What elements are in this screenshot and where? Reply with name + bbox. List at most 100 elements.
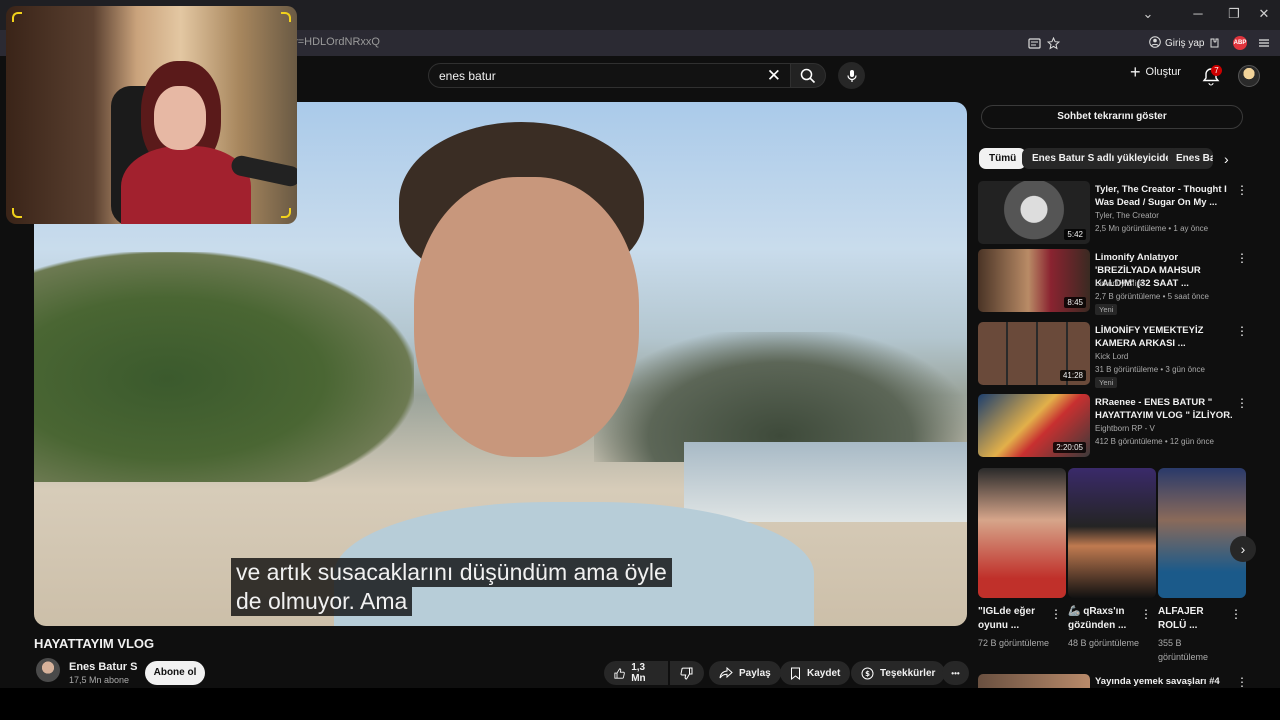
login-button[interactable]: Giriş yap	[1143, 34, 1210, 52]
short-views: 355 B görüntüleme	[1158, 638, 1209, 662]
channel-avatar[interactable]	[36, 658, 60, 682]
microphone-icon	[846, 69, 857, 82]
voice-search-button[interactable]	[838, 62, 865, 89]
subtitle-line-2: de olmuyor. Ama	[231, 587, 413, 616]
search-box[interactable]: enes batur ✕	[428, 63, 792, 88]
channel-name[interactable]: Limonify Clips	[1095, 279, 1145, 288]
short-thumbnail[interactable]	[1068, 468, 1156, 598]
more-options-icon[interactable]: ⋮	[1236, 183, 1248, 197]
video-meta: 2,7 B görüntüleme • 5 saat önce	[1095, 292, 1209, 301]
menu-icon[interactable]	[1258, 34, 1270, 52]
video-subtitles: ve artık susacaklarını düşündüm ama öyle…	[231, 558, 672, 616]
search-button[interactable]	[790, 63, 826, 88]
tab-list-dropdown[interactable]: ⌄	[1128, 6, 1168, 22]
video-meta: 412 B görüntüleme • 12 gün önce	[1095, 437, 1214, 446]
background-trees	[34, 252, 414, 482]
recommendation-item[interactable]: 2:20:05 RRaenee - ENES BATUR " HAYATTAYI…	[978, 394, 1258, 458]
user-avatar[interactable]	[1238, 65, 1260, 87]
save-label: Kaydet	[807, 667, 841, 679]
video-thumbnail[interactable]: 8:45	[978, 249, 1090, 312]
streamer-face	[154, 86, 206, 150]
taskbar-area	[0, 688, 1280, 720]
channel-name[interactable]: Enes Batur S	[69, 661, 137, 673]
more-options-icon[interactable]: ⋮	[1236, 675, 1248, 689]
video-thumbnail[interactable]	[978, 674, 1090, 688]
frame-corner	[281, 208, 291, 218]
more-options-icon[interactable]: ⋮	[1236, 324, 1248, 338]
extensions-icon[interactable]	[1208, 34, 1220, 52]
dislike-button[interactable]	[670, 661, 704, 685]
subtitle-line-1: ve artık susacaklarını düşündüm ama öyle	[231, 558, 672, 587]
short-more-icon[interactable]: ⋮	[1140, 607, 1152, 621]
short-more-icon[interactable]: ⋮	[1050, 607, 1062, 621]
more-options-icon[interactable]: ⋮	[1236, 251, 1248, 265]
video-title[interactable]: LİMONİFY YEMEKTEYİZ KAMERA ARKASI ...	[1095, 324, 1235, 350]
chip-enes-batur[interactable]: Enes Ba	[1168, 148, 1213, 169]
duration-badge: 41:28	[1059, 370, 1086, 381]
frame-corner	[12, 208, 22, 218]
new-badge: Yeni	[1095, 304, 1118, 315]
svg-text:$: $	[865, 670, 870, 678]
background-sea	[684, 442, 967, 522]
subscribe-button[interactable]: Abone ol	[145, 661, 205, 685]
chip-from-uploader[interactable]: Enes Batur S adlı yükleyiciden	[1022, 148, 1188, 169]
channel-name[interactable]: Tyler, The Creator	[1095, 211, 1159, 220]
thanks-heart-icon: $	[861, 667, 874, 679]
more-actions-button[interactable]: •••	[942, 661, 969, 685]
duration-badge: 8:45	[1064, 297, 1086, 308]
short-title[interactable]: 🦾 qRaxs'ın gözünden ...	[1068, 605, 1138, 633]
thanks-button[interactable]: $ Teşekkürler	[851, 661, 946, 685]
video-title[interactable]: RRaenee - ENES BATUR " HAYATTAYIM VLOG "…	[1095, 396, 1235, 422]
more-options-icon[interactable]: ⋮	[1236, 396, 1248, 410]
vlogger-face	[414, 177, 639, 457]
save-button[interactable]: Kaydet	[780, 661, 851, 685]
share-button[interactable]: Paylaş	[709, 661, 781, 685]
create-label: Oluştur	[1145, 66, 1181, 78]
short-views: 48 B görüntüleme	[1068, 638, 1140, 648]
chip-scroll-next-icon[interactable]: ›	[1224, 151, 1229, 167]
bookmark-star-icon[interactable]	[1047, 34, 1060, 52]
new-badge: Yeni	[1095, 377, 1118, 388]
short-more-icon[interactable]: ⋮	[1230, 607, 1242, 621]
short-title[interactable]: ALFAJER ROLÜ ...	[1158, 605, 1228, 633]
video-title[interactable]: Tyler, The Creator - Thought I Was Dead …	[1095, 183, 1235, 209]
frame-corner	[12, 12, 22, 22]
create-button[interactable]: + Oluştur	[1130, 63, 1181, 81]
short-views: 72 B görüntüleme	[978, 638, 1050, 648]
minimize-button[interactable]: ─	[1178, 6, 1218, 21]
like-count: 1,3 Mn	[631, 662, 646, 684]
adblock-icon[interactable]: ABP	[1233, 36, 1247, 50]
recommendation-item[interactable]: 8:45 Limonify Anlatıyor 'BREZİLYADA MAHS…	[978, 249, 1258, 315]
chip-all[interactable]: Tümü	[979, 148, 1027, 169]
video-title: HAYATTAYIM VLOG	[34, 636, 155, 651]
duration-badge: 5:42	[1064, 229, 1086, 240]
video-meta: 2,5 Mn görüntüleme • 1 ay önce	[1095, 224, 1209, 233]
video-meta: 31 B görüntüleme • 3 gün önce	[1095, 365, 1205, 374]
short-thumbnail[interactable]	[1158, 468, 1246, 598]
streamer-sweater	[121, 146, 251, 224]
channel-name[interactable]: Kick Lord	[1095, 352, 1128, 361]
close-window-button[interactable]: ✕	[1244, 6, 1280, 22]
channel-name[interactable]: Eightborn RP - V	[1095, 424, 1155, 433]
notification-count-badge: 7	[1211, 65, 1222, 76]
login-label: Giriş yap	[1165, 37, 1205, 49]
like-button[interactable]: 1,3 Mn	[604, 661, 668, 685]
recommendation-item[interactable]: 5:42 Tyler, The Creator - Thought I Was …	[978, 181, 1258, 245]
search-input[interactable]: enes batur	[439, 69, 496, 83]
show-chat-replay-button[interactable]: Sohbet tekrarını göster	[981, 105, 1243, 129]
video-thumbnail[interactable]: 2:20:05	[978, 394, 1090, 457]
thumbs-down-icon	[680, 667, 693, 680]
bookmark-icon	[791, 667, 800, 680]
video-thumbnail[interactable]: 5:42	[978, 181, 1090, 244]
shorts-next-button[interactable]: ›	[1230, 536, 1256, 562]
video-thumbnail[interactable]: 41:28	[978, 322, 1090, 385]
next-video-title[interactable]: Yayında yemek savaşları #4	[1095, 676, 1220, 687]
recommendation-item[interactable]: 41:28 LİMONİFY YEMEKTEYİZ KAMERA ARKASI …	[978, 322, 1258, 388]
reader-view-icon[interactable]	[1028, 34, 1041, 52]
short-title[interactable]: "IGLde eğer oyunu ...	[978, 605, 1048, 633]
share-icon	[719, 667, 733, 679]
clear-search-icon[interactable]: ✕	[767, 66, 781, 86]
thanks-label: Teşekkürler	[880, 667, 936, 679]
frame-corner	[281, 12, 291, 22]
short-thumbnail[interactable]	[978, 468, 1066, 598]
